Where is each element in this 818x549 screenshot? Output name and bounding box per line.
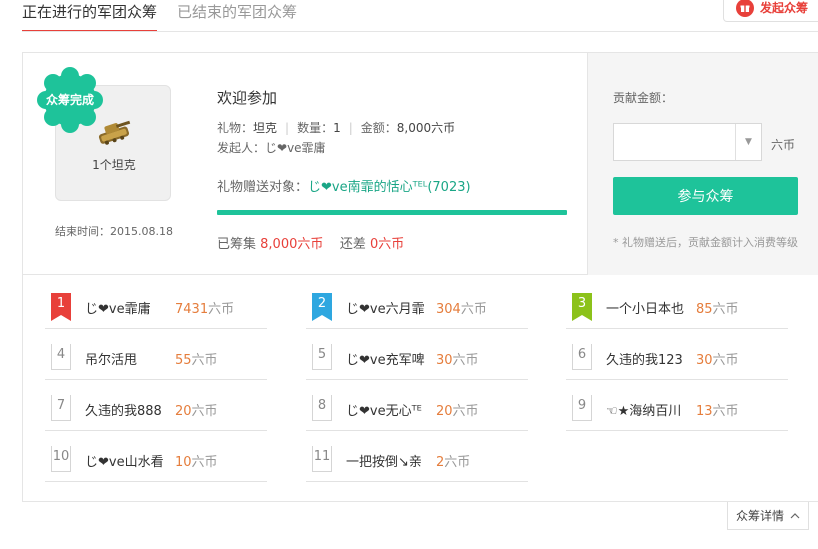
ranking-item: 10 じ❤ve山水看 10六币 <box>45 446 267 482</box>
raised-label: 已筹集 <box>217 237 261 252</box>
recipient: 礼物赠送对象：じ❤ve南霏的恬心ᵀᴱᴸ(7023) <box>217 176 471 195</box>
crowdfund-card: 1个坦克 众筹完成 结束时间：2015.08.18 欢迎参加 礼物：坦克 | 数量：… <box>22 52 818 502</box>
rank-number: 7 <box>51 395 71 421</box>
ranking-item: 6 久违的我123 30六币 <box>566 344 788 380</box>
rank-amount: 304六币 <box>436 302 487 317</box>
detail-label: 众筹详情 <box>735 509 784 523</box>
contribute-note: * 礼物赠送后，贡献金额计入消费等级 <box>613 236 798 249</box>
ranking-item: 4 吊尔活甩 55六币 <box>45 344 267 380</box>
join-crowdfund-button[interactable]: 参与众筹 <box>613 177 798 215</box>
rank-user-name[interactable]: じ❤ve六月霏 <box>346 298 428 317</box>
end-time: 结束时间：2015.08.18 <box>55 225 173 238</box>
rank-number: 8 <box>312 395 332 421</box>
chevron-down-icon[interactable]: ▼ <box>735 124 761 160</box>
initiator: 发起人：じ❤ve霏庸 <box>217 139 326 156</box>
tab-ongoing[interactable]: 正在进行的军团众筹 <box>22 0 158 32</box>
meta-separator: | <box>348 121 353 135</box>
gift-value: 坦克 <box>253 121 278 135</box>
ranking-item: 2 じ❤ve六月霏 304六币 <box>306 293 528 329</box>
rank-number: 4 <box>51 344 71 370</box>
rank-amount: 13六币 <box>696 404 739 419</box>
raised-summary: 已筹集 8,000六币 还差 0六币 <box>217 233 404 252</box>
rank-amount: 20六币 <box>436 404 479 419</box>
rank-user-name[interactable]: 久违的我888 <box>85 400 167 419</box>
completed-badge: 众筹完成 <box>37 67 103 133</box>
rank-user-name[interactable]: じ❤ve霏庸 <box>85 298 167 317</box>
ranking-item: 3 一个小日本也 85六币 <box>566 293 788 329</box>
recipient-name[interactable]: じ❤ve南霏的恬心ᵀᴱᴸ(7023) <box>308 180 471 195</box>
contribute-label: 贡献金额： <box>613 91 674 105</box>
recipient-label: 礼物赠送对象： <box>217 180 309 195</box>
rank-amount: 30六币 <box>436 353 479 368</box>
ranking-item: 9 ☜★海纳百川 13六币 <box>566 395 788 431</box>
crowdfund-summary: 1个坦克 众筹完成 结束时间：2015.08.18 欢迎参加 礼物：坦克 | 数量：… <box>23 53 818 275</box>
gift-label: 礼物： <box>217 121 254 135</box>
launch-crowdfund-label: 发起众筹 <box>760 1 809 15</box>
chevron-up-icon <box>790 512 800 518</box>
rank-number: 5 <box>312 344 332 370</box>
rank-user-name[interactable]: じ❤ve无心ᵀᴱ <box>346 400 428 419</box>
rank-user-name[interactable]: ☜★海纳百川 <box>606 400 688 419</box>
tab-divider <box>22 31 818 32</box>
rank-user-name[interactable]: 久违的我123 <box>606 349 688 368</box>
initiator-label: 发起人： <box>217 141 266 155</box>
rank-user-name[interactable]: 吊尔活甩 <box>85 349 167 368</box>
completed-badge-label: 众筹完成 <box>45 93 94 107</box>
tab-bar: 正在进行的军团众筹 已结束的军团众筹 <box>22 0 297 32</box>
rank-number: 2 <box>312 293 332 321</box>
rank-number: 11 <box>312 446 332 472</box>
amount-label: 金额： <box>360 121 397 135</box>
rank-user-name[interactable]: 一把按倒↘亲 <box>346 451 428 470</box>
rank-amount: 30六币 <box>696 353 739 368</box>
rank-number: 9 <box>572 395 592 421</box>
meta-separator: | <box>285 121 290 135</box>
ranking-item: 7 久违的我888 20六币 <box>45 395 267 431</box>
contribute-amount-select[interactable]: ▼ <box>613 123 762 161</box>
tab-finished[interactable]: 已结束的军团众筹 <box>177 0 297 32</box>
rank-user-name[interactable]: 一个小日本也 <box>606 298 688 317</box>
rank-number: 1 <box>51 293 71 321</box>
raised-value: 8,000六币 <box>260 237 324 252</box>
initiator-name[interactable]: じ❤ve霏庸 <box>265 141 326 155</box>
rank-amount: 20六币 <box>175 404 218 419</box>
rank-amount: 2六币 <box>436 455 471 470</box>
rank-amount: 55六币 <box>175 353 218 368</box>
remaining-value: 0六币 <box>370 237 405 252</box>
qty-label: 数量： <box>297 121 334 135</box>
rank-number: 3 <box>572 293 592 321</box>
rank-user-name[interactable]: じ❤ve充军啤 <box>346 349 428 368</box>
contribute-unit: 六币 <box>771 138 796 152</box>
rank-amount: 7431六币 <box>175 302 235 317</box>
crowdfund-detail-button[interactable]: 众筹详情 <box>727 502 809 530</box>
qty-value: 1 <box>333 121 341 135</box>
ranking-item: 11 一把按倒↘亲 2六币 <box>306 446 528 482</box>
ranking-item: 1 じ❤ve霏庸 7431六币 <box>45 293 267 329</box>
progress-bar <box>217 210 567 215</box>
contribute-panel: 贡献金额： ▼ 六币 参与众筹 * 礼物赠送后，贡献金额计入消费等级 <box>587 53 818 275</box>
ranking-item: 5 じ❤ve充军啤 30六币 <box>306 344 528 380</box>
welcome-title: 欢迎参加 <box>217 89 278 107</box>
remaining-label: 还差 <box>339 237 371 252</box>
gift-icon <box>736 0 754 17</box>
amount-value: 8,000六币 <box>396 121 456 135</box>
gift-meta: 礼物：坦克 | 数量：1 | 金额：8,000六币 <box>217 119 455 136</box>
rank-number: 10 <box>51 446 71 472</box>
ranking-item: 8 じ❤ve无心ᵀᴱ 20六币 <box>306 395 528 431</box>
rank-amount: 85六币 <box>696 302 739 317</box>
launch-crowdfund-button[interactable]: 发起众筹 <box>723 0 818 22</box>
rank-number: 6 <box>572 344 592 370</box>
rank-user-name[interactable]: じ❤ve山水看 <box>85 451 167 470</box>
gift-caption: 1个坦克 <box>92 158 136 172</box>
rank-amount: 10六币 <box>175 455 218 470</box>
